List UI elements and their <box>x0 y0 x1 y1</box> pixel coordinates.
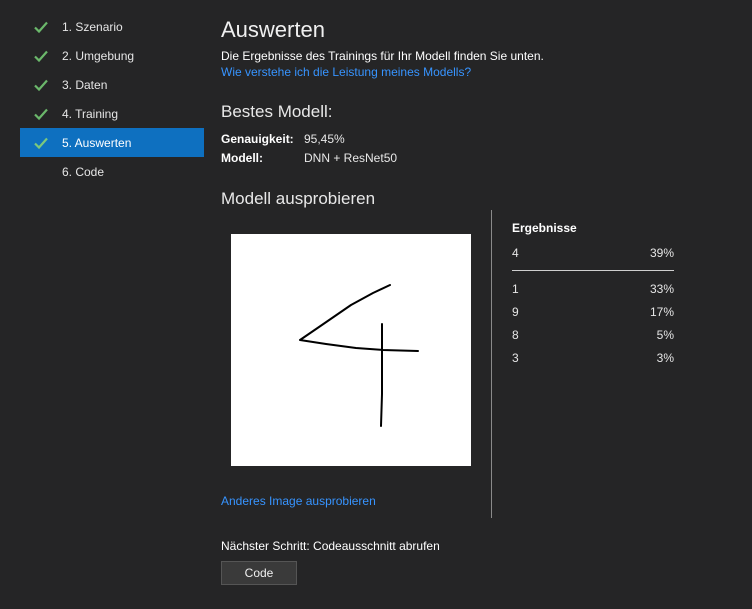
code-button[interactable]: Code <box>221 561 297 585</box>
wizard-sidebar: 1. Szenario 2. Umgebung 3. Daten 4. Trai… <box>20 12 204 186</box>
sidebar-item-umgebung[interactable]: 2. Umgebung <box>20 41 204 70</box>
result-label: 4 <box>512 245 519 260</box>
accuracy-row: Genauigkeit: 95,45% <box>221 132 345 146</box>
result-value: 5% <box>656 327 674 342</box>
page-title: Auswerten <box>221 17 325 42</box>
results-header: Ergebnisse <box>512 221 577 235</box>
vertical-divider <box>491 210 492 518</box>
check-icon <box>33 106 49 122</box>
sidebar-item-label: 6. Code <box>62 164 105 179</box>
page-description: Die Ergebnisse des Trainings für Ihr Mod… <box>221 49 544 63</box>
sidebar-item-label: 4. Training <box>62 106 119 121</box>
sidebar-item-daten[interactable]: 3. Daten <box>20 70 204 99</box>
result-row-top: 4 39% <box>512 241 674 264</box>
sidebar-item-label: 5. Auswerten <box>62 135 132 150</box>
help-link[interactable]: Wie verstehe ich die Leistung meines Mod… <box>221 65 471 79</box>
best-model-title: Bestes Modell: <box>221 102 333 121</box>
check-icon <box>33 48 49 64</box>
results-separator <box>512 270 674 271</box>
result-row: 1 33% <box>512 277 674 300</box>
accuracy-label: Genauigkeit: <box>221 132 294 146</box>
check-icon <box>33 19 49 35</box>
result-row: 3 3% <box>512 346 674 369</box>
result-row: 8 5% <box>512 323 674 346</box>
next-step-text: Nächster Schritt: Codeausschnitt abrufen <box>221 539 440 553</box>
handwritten-digit-drawing <box>299 284 419 427</box>
result-label: 3 <box>512 350 519 365</box>
model-value: DNN + ResNet50 <box>304 151 398 165</box>
result-label: 8 <box>512 327 519 342</box>
model-label: Modell: <box>221 151 263 165</box>
try-model-title: Modell ausprobieren <box>221 189 376 208</box>
check-icon <box>33 135 49 151</box>
sidebar-item-auswerten[interactable]: 5. Auswerten <box>20 128 204 157</box>
model-row: Modell: DNN + ResNet50 <box>221 151 397 165</box>
drawing-canvas[interactable] <box>231 234 471 466</box>
results-panel: Ergebnisse 4 39% 1 33% 9 17% 8 5% 3 3% <box>512 221 674 369</box>
result-row: 9 17% <box>512 300 674 323</box>
sidebar-item-szenario[interactable]: 1. Szenario <box>20 12 204 41</box>
sidebar-item-training[interactable]: 4. Training <box>20 99 204 128</box>
accuracy-value: 95,45% <box>304 132 345 146</box>
sidebar-item-code[interactable]: 6. Code <box>20 157 204 186</box>
result-value: 17% <box>649 304 674 319</box>
result-value: 39% <box>649 245 674 260</box>
result-value: 33% <box>649 281 674 296</box>
sidebar-item-label: 3. Daten <box>62 77 108 92</box>
result-value: 3% <box>656 350 674 365</box>
result-label: 1 <box>512 281 519 296</box>
sidebar-item-label: 2. Umgebung <box>62 48 135 63</box>
result-label: 9 <box>512 304 519 319</box>
sidebar-item-label: 1. Szenario <box>62 19 123 34</box>
try-other-image-link[interactable]: Anderes Image ausprobieren <box>221 494 376 508</box>
check-icon <box>33 77 49 93</box>
